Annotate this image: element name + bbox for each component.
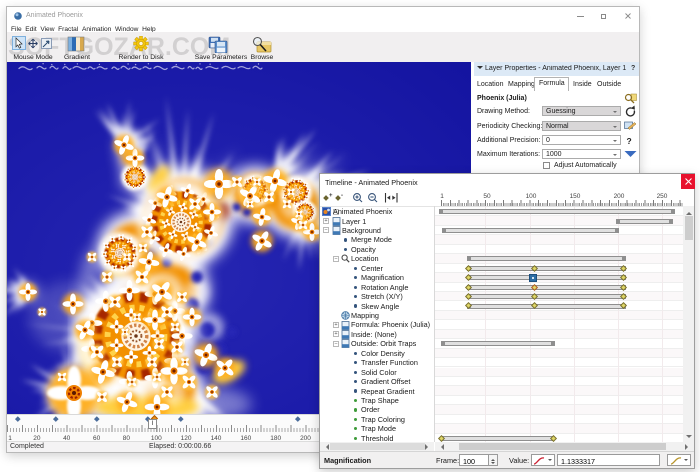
svg-text:+: + xyxy=(329,193,333,199)
svg-text:?: ? xyxy=(627,136,632,146)
svg-text:-: - xyxy=(341,193,343,199)
